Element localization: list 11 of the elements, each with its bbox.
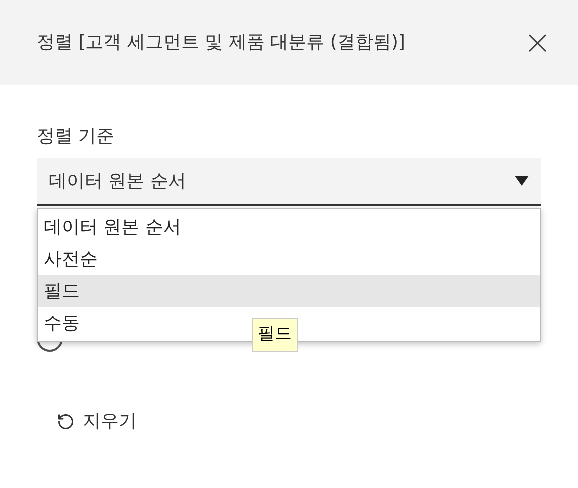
dropdown-arrow-icon	[515, 176, 529, 186]
dropdown-option[interactable]: 데이터 원본 순서	[38, 211, 540, 243]
dropdown-option[interactable]: 사전순	[38, 243, 540, 275]
dropdown-option[interactable]: 필드	[38, 275, 540, 307]
clear-button[interactable]: 지우기	[57, 408, 137, 435]
field-label: 정렬 기준	[37, 125, 116, 149]
dialog-title: 정렬 [고객 세그먼트 및 제품 대분류 (결합됨)]	[37, 31, 406, 55]
undo-icon	[57, 412, 75, 430]
close-button[interactable]: ×	[524, 26, 552, 60]
tooltip: 필드	[252, 318, 298, 352]
sort-select[interactable]: 데이터 원본 순서	[37, 158, 541, 206]
